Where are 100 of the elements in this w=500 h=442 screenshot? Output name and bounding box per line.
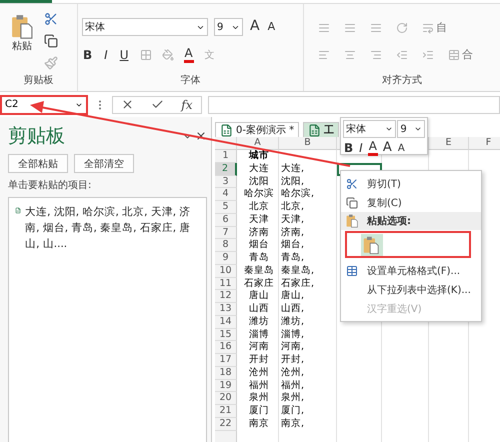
row-header[interactable]: 18 <box>215 366 237 380</box>
row-header[interactable]: 1 <box>215 150 237 163</box>
row-header[interactable]: 11 <box>215 278 237 290</box>
wrap-text-button[interactable]: 自 <box>422 20 447 35</box>
scissors-icon <box>346 178 358 190</box>
table-cell-text: 城市 <box>248 150 270 163</box>
table-cell-text: 沧州, <box>280 366 306 380</box>
align-right-button[interactable] <box>370 48 382 60</box>
font-size-field[interactable]: 9 <box>397 120 425 138</box>
file-tab[interactable] <box>0 0 52 3</box>
row-header[interactable]: 20 <box>215 392 237 405</box>
font-color-button[interactable]: A <box>368 140 378 156</box>
formula-field[interactable] <box>208 96 500 114</box>
close-icon[interactable] <box>195 130 207 142</box>
menu-item[interactable]: 剪切(T) <box>341 174 481 193</box>
paste-button[interactable]: 粘贴 <box>4 8 40 73</box>
row-header[interactable]: 8 <box>215 239 237 252</box>
copy-icon <box>346 196 358 208</box>
copy-button[interactable] <box>44 34 58 48</box>
table-cell-text: 烟台 <box>248 239 270 252</box>
document-tab[interactable]: 工 <box>303 122 340 137</box>
merge-cells-icon <box>448 48 460 60</box>
row-header[interactable]: 2 <box>215 162 237 176</box>
clipboard-item[interactable]: 大连, 沈阳, 哈尔滨, 北京, 天津, 济南, 烟台, 青岛, 秦皇岛, 石家庄, 唐山, 山.... <box>25 204 200 252</box>
row-header[interactable]: 10 <box>215 264 237 278</box>
row-header[interactable]: 22 <box>215 418 237 430</box>
row-header[interactable]: 9 <box>215 252 237 265</box>
table-cell-text: 沈阳, <box>280 176 306 188</box>
cut-button[interactable] <box>44 12 58 26</box>
group-label: 剪贴板 <box>22 74 54 88</box>
pane-title: 剪贴板 <box>8 124 65 149</box>
font-size-field[interactable]: 9 <box>214 18 243 36</box>
font-name-field[interactable]: 宋体 <box>82 18 208 36</box>
row-header[interactable]: 21 <box>215 405 237 418</box>
column-header[interactable]: F <box>469 137 500 150</box>
row-header[interactable]: 16 <box>215 341 237 354</box>
increase-indent-button[interactable] <box>422 48 434 60</box>
align-center-button[interactable] <box>344 48 356 60</box>
row-header[interactable]: 14 <box>215 316 237 328</box>
grow-font-button[interactable]: A <box>382 140 393 156</box>
menu-item[interactable]: 设置单元格格式(F)... <box>341 261 481 280</box>
menu-item[interactable]: 复制(C) <box>341 193 481 212</box>
cancel-icon[interactable] <box>121 98 134 111</box>
menu-item[interactable]: 从下拉列表中选择(K)... <box>341 280 481 299</box>
fill-color-button[interactable] <box>162 49 174 62</box>
shrink-font-button[interactable]: A <box>266 20 276 34</box>
paste-option-button[interactable] <box>361 234 383 256</box>
name-box[interactable]: C2 <box>0 94 88 114</box>
table-cell-text: 潍坊 <box>248 316 270 328</box>
pane-button[interactable]: 全部粘贴 <box>8 154 68 173</box>
italic-button[interactable]: I <box>103 48 109 62</box>
table-cell-text: 开封, <box>280 354 306 367</box>
row-header[interactable]: 15 <box>215 328 237 342</box>
decrease-indent-button[interactable] <box>396 48 408 60</box>
row-header[interactable]: 7 <box>215 226 237 240</box>
underline-button[interactable]: U <box>118 48 130 62</box>
table-cell-text: 沈阳 <box>248 176 270 188</box>
borders-button[interactable] <box>140 49 152 62</box>
insert-function-button[interactable]: fx <box>181 98 193 112</box>
table-cell-text: 厦门, <box>280 405 306 418</box>
align-left-button[interactable] <box>318 48 330 60</box>
grow-font-button[interactable]: A <box>249 19 261 35</box>
bold-button[interactable]: B <box>343 142 354 155</box>
table-cell-text: 天津, <box>280 214 306 226</box>
row-header[interactable]: 19 <box>215 380 237 392</box>
table-cell-text: 南京, <box>280 418 306 430</box>
align-top-button[interactable] <box>318 22 330 34</box>
document-tab[interactable]: 0-案例演示 * <box>215 122 300 137</box>
orientation-button[interactable] <box>396 22 408 34</box>
row-header[interactable]: 12 <box>215 290 237 303</box>
align-middle-button[interactable] <box>344 22 356 34</box>
shrink-font-button[interactable]: A <box>396 142 406 154</box>
font-color-button[interactable]: A <box>184 47 194 64</box>
column-header[interactable]: E <box>429 137 469 150</box>
row-header[interactable]: 5 <box>215 201 237 214</box>
column-header[interactable]: B <box>279 137 337 150</box>
table-cell-text: 山西 <box>248 303 270 316</box>
merge-button[interactable]: 合 <box>448 47 473 62</box>
table-cell-text: 烟台, <box>280 239 306 252</box>
row-header[interactable]: 3 <box>215 176 237 188</box>
wrap-text-icon <box>422 22 434 34</box>
bold-button[interactable]: B <box>82 48 94 62</box>
row-header[interactable]: 17 <box>215 354 237 367</box>
pane-button[interactable]: 全部清空 <box>74 154 134 173</box>
table-cell-text: 淄博 <box>248 328 270 341</box>
table-cell-text: 石家庄, <box>280 278 316 290</box>
row-header[interactable]: 4 <box>215 188 237 201</box>
table-cell-text: 泉州, <box>280 392 306 405</box>
table-cell-text: 河南, <box>280 341 306 354</box>
table-cell-text: 青岛 <box>248 252 270 265</box>
row-header[interactable]: 6 <box>215 214 237 226</box>
font-name-field[interactable]: 宋体 <box>343 120 396 138</box>
italic-button[interactable]: I <box>358 142 364 155</box>
table-cell-text: 石家庄 <box>243 278 275 290</box>
row-header[interactable] <box>215 430 237 442</box>
align-bottom-button[interactable] <box>370 22 382 34</box>
column-header[interactable]: A <box>237 137 279 150</box>
table-icon <box>346 264 358 276</box>
row-header[interactable]: 13 <box>215 303 237 316</box>
format-painter-button[interactable] <box>44 56 58 70</box>
